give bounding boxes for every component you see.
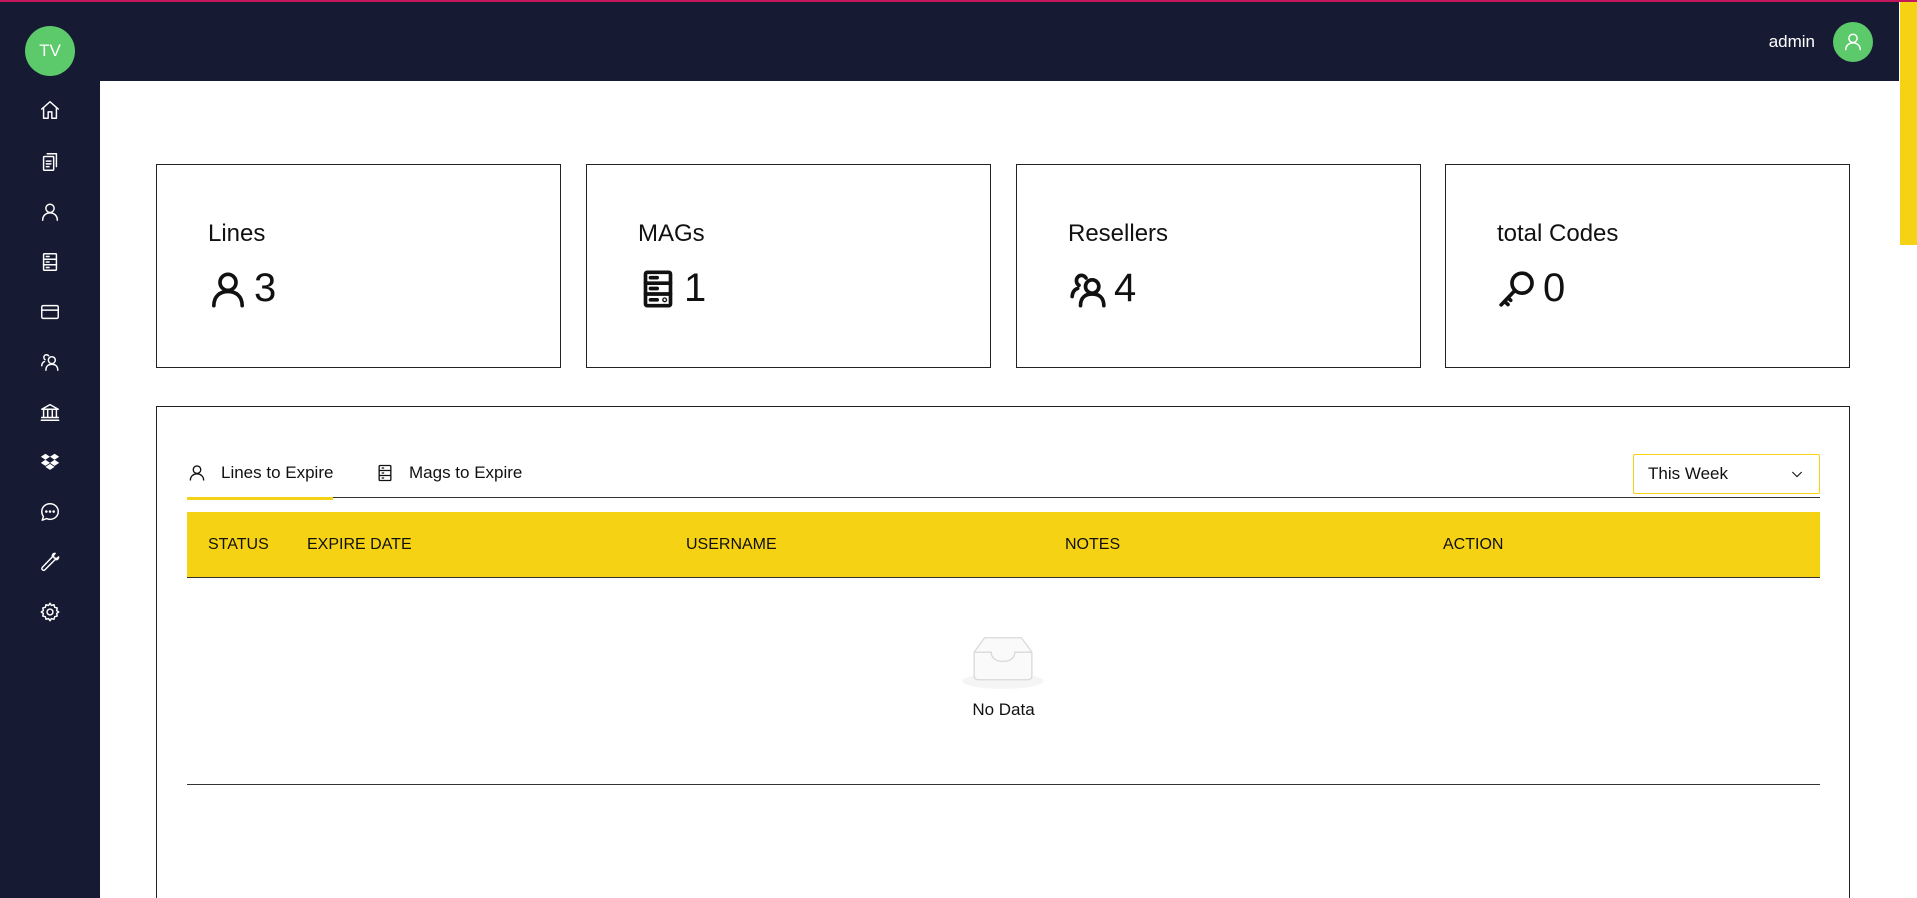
scrollbar-thumb[interactable] [1900, 0, 1917, 245]
stat-value-row: 3 [208, 266, 276, 311]
period-select-value: This Week [1648, 464, 1728, 483]
stat-value: 1 [684, 266, 707, 310]
user-icon [212, 271, 245, 307]
stat-value: 3 [254, 266, 277, 310]
top-accent-line [0, 0, 1917, 2]
gear-icon [40, 602, 60, 622]
column-header-notes[interactable]: NOTES [1065, 512, 1120, 578]
avatar[interactable] [1833, 22, 1873, 62]
sidebar-item-users[interactable] [34, 346, 66, 378]
server-icon [42, 253, 58, 271]
stat-card-mags: MAGs 1 [586, 164, 991, 368]
sidebar-item-tool[interactable] [34, 546, 66, 578]
expiry-panel: Lines to Expire Mags to Expire This Week… [156, 406, 1850, 898]
stat-card-resellers: Resellers 4 [1016, 164, 1421, 368]
stat-label: Lines [208, 220, 266, 247]
server-icon [378, 464, 392, 481]
stat-value-row: 0 [1497, 266, 1565, 311]
tool-icon [41, 552, 60, 572]
tab-lines-to-expire[interactable]: Lines to Expire [187, 447, 334, 500]
table-header: STATUS EXPIRE DATE USERNAME NOTES ACTION [187, 512, 1820, 578]
stat-label: Resellers [1068, 220, 1169, 247]
user-icon [1844, 33, 1862, 51]
username-label: admin [1768, 32, 1815, 51]
column-header-username[interactable]: USERNAME [686, 512, 777, 578]
period-select[interactable]: This Week [1633, 454, 1820, 494]
stat-label: total Codes [1497, 220, 1619, 247]
sidebar-item-home[interactable] [34, 94, 66, 126]
bank-icon [40, 403, 60, 421]
top-header: admin [100, 0, 1899, 81]
column-header-expire-date[interactable]: EXPIRE DATE [307, 512, 412, 578]
user-menu[interactable]: admin [1769, 22, 1873, 62]
inbox-icon [962, 637, 1044, 689]
sidebar-item-chat[interactable] [34, 496, 66, 528]
tab-mags-to-expire[interactable]: Mags to Expire [375, 447, 522, 498]
sidebar: TV [0, 0, 100, 898]
sidebar-item-settings[interactable] [34, 596, 66, 628]
server-icon [643, 270, 673, 307]
dropbox-icon [40, 453, 60, 470]
credit-card-icon [41, 304, 59, 320]
stat-value-row: 4 [1068, 266, 1136, 311]
tab-bar: Lines to Expire Mags to Expire This Week [187, 447, 1820, 500]
stat-value: 0 [1543, 266, 1566, 310]
sidebar-item-bank[interactable] [34, 396, 66, 428]
sidebar-item-user[interactable] [34, 196, 66, 228]
app: TV admin Lines 3 MAGs 1 Resellers 4 tota… [0, 0, 1917, 898]
logo[interactable]: TV [25, 26, 75, 76]
tab-label: Lines to Expire [221, 462, 334, 482]
key-icon [1499, 270, 1534, 307]
stat-card-total-codes: total Codes 0 [1445, 164, 1850, 368]
stat-value: 4 [1114, 266, 1137, 310]
empty-text: No Data [972, 700, 1035, 719]
user-icon [41, 203, 59, 221]
users-icon [41, 353, 59, 371]
clipboard-icon [42, 153, 58, 171]
column-header-status[interactable]: STATUS [208, 512, 269, 578]
sidebar-item-clipboard[interactable] [34, 146, 66, 178]
sidebar-item-server[interactable] [34, 246, 66, 278]
column-header-action[interactable]: ACTION [1443, 512, 1503, 578]
stat-value-row: 1 [638, 266, 706, 311]
stat-label: MAGs [638, 220, 705, 247]
chat-icon [41, 503, 59, 521]
user-icon [189, 464, 205, 481]
sidebar-item-dropbox[interactable] [34, 446, 66, 478]
home-icon [41, 101, 59, 119]
chevron-down-icon [1791, 471, 1803, 478]
tab-label: Mags to Expire [409, 462, 523, 482]
stat-card-lines: Lines 3 [156, 164, 561, 368]
users-icon [1070, 273, 1106, 307]
sidebar-item-credit-card[interactable] [34, 296, 66, 328]
empty-state: No Data [187, 578, 1820, 785]
